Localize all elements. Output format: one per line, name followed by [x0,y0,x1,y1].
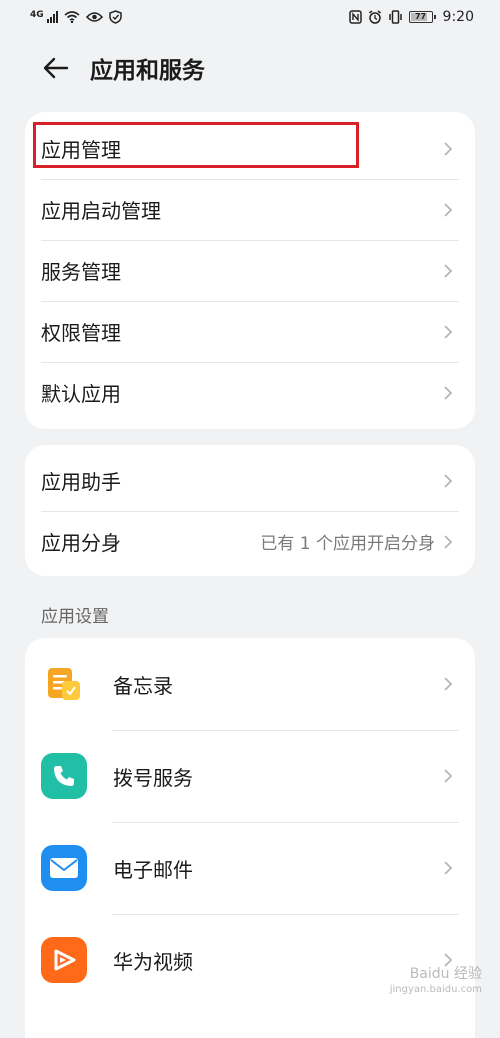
status-bar-left: 4G [30,10,122,24]
battery-icon: 77 [408,11,436,23]
app-management-card: 应用管理 应用启动管理 服务管理 权限管理 默认应用 [25,112,475,429]
service-management-item[interactable]: 服务管理 [25,240,475,301]
row-label: 应用启动管理 [41,199,161,223]
app-startup-management-item[interactable]: 应用启动管理 [25,179,475,240]
chevron-right-icon [444,263,453,278]
app-management-item[interactable]: 应用管理 [25,118,475,179]
row-label: 备忘录 [113,673,173,698]
battery-level: 77 [414,12,427,21]
baidu-watermark: Baidu 经验 jingyan.baidu.com [390,966,482,998]
notepad-icon [41,661,87,707]
vibrate-icon [388,10,402,24]
app-settings-item-notepad[interactable]: 备忘录 [25,638,475,730]
row-label: 默认应用 [41,382,121,406]
chevron-right-icon [444,141,453,156]
default-apps-item[interactable]: 默认应用 [25,362,475,423]
mail-icon [41,845,87,891]
app-settings-item-dialer[interactable]: 拨号服务 [25,730,475,822]
row-label: 服务管理 [41,260,121,284]
back-button[interactable] [36,48,76,88]
app-assistant-card: 应用助手 应用分身 已有 1 个应用开启分身 [25,445,475,576]
chevron-right-icon [444,202,453,217]
page-title: 应用和服务 [90,58,205,84]
watermark-text: Baidu 经验 [409,966,482,982]
phone-icon [41,753,87,799]
row-label: 应用助手 [41,470,121,494]
chevron-right-icon [444,534,453,549]
chevron-right-icon [444,677,453,691]
app-settings-item-email[interactable]: 电子邮件 [25,822,475,914]
clock: 9:20 [442,9,474,25]
shield-icon [108,10,122,24]
status-bar-right: 77 9:20 [348,9,474,25]
permission-management-item[interactable]: 权限管理 [25,301,475,362]
app-assistant-item[interactable]: 应用助手 [25,450,475,511]
chevron-right-icon [444,861,453,875]
video-play-icon [41,937,87,983]
app-settings-section-title: 应用设置 [41,607,109,627]
row-label: 拨号服务 [113,765,193,790]
signal-icon [46,11,58,23]
row-label: 应用管理 [41,138,121,162]
status-bar: 4G 77 9:20 [0,0,500,34]
eye-icon [85,12,103,22]
network-type: 4G [30,10,44,20]
chevron-right-icon [444,769,453,783]
app-header: 应用和服务 [0,34,500,102]
app-twin-status: 已有 1 个应用开启分身 [260,534,435,554]
app-twin-item[interactable]: 应用分身 已有 1 个应用开启分身 [25,511,475,572]
row-label: 权限管理 [41,321,121,345]
arrow-left-icon [43,57,69,79]
chevron-right-icon [444,473,453,488]
chevron-right-icon [444,385,453,400]
row-label: 电子邮件 [113,857,193,882]
wifi-icon [64,11,80,23]
watermark-url: jingyan.baidu.com [389,984,482,995]
nfc-icon [348,10,362,24]
row-label: 应用分身 [41,531,121,555]
alarm-icon [368,10,381,24]
chevron-right-icon [444,324,453,339]
